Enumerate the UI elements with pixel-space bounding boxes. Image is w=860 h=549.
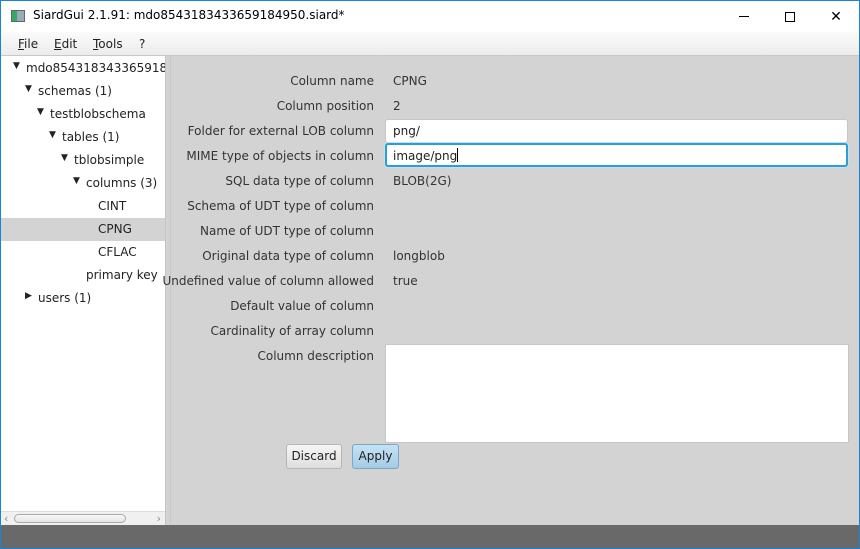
- tree-item-label: primary key: [86, 268, 158, 282]
- expanded-arrow-icon[interactable]: ▼: [13, 61, 20, 71]
- tree-item-schemas[interactable]: ▼ schemas (1): [1, 80, 165, 103]
- tree-item-label: columns (3): [86, 176, 158, 190]
- maximize-icon: [785, 11, 795, 22]
- value-column-name: CPNG: [393, 74, 427, 88]
- menu-edit[interactable]: Edit: [54, 37, 77, 51]
- tree-item-cpng[interactable]: CPNG: [1, 218, 165, 241]
- menu-edit-label: dit: [61, 37, 78, 51]
- tree-item-label: CINT: [98, 199, 127, 213]
- close-button[interactable]: ✕: [813, 1, 859, 32]
- expanded-arrow-icon[interactable]: ▼: [73, 176, 80, 186]
- tree-horizontal-scrollbar[interactable]: ‹ ›: [1, 511, 165, 525]
- label-udt-schema: Schema of UDT type of column: [187, 199, 374, 213]
- menu-help-label: ?: [139, 37, 146, 51]
- tree-item-root[interactable]: ▼ mdo8543183433659184950: [1, 57, 165, 80]
- value-nullable: true: [393, 274, 418, 288]
- tree-item-columns[interactable]: ▼ columns (3): [1, 172, 165, 195]
- menu-bar: File Edit Tools ?: [1, 32, 859, 56]
- menu-tools-label: ools: [98, 37, 123, 51]
- collapsed-arrow-icon[interactable]: ▶: [25, 291, 32, 301]
- scrollbar-thumb[interactable]: [14, 514, 126, 523]
- value-original-type: longblob: [393, 249, 445, 263]
- label-udt-name: Name of UDT type of column: [200, 224, 374, 238]
- scroll-right-icon[interactable]: ›: [157, 512, 161, 525]
- tree-item-label: testblobschema: [50, 107, 146, 121]
- label-nullable: Undefined value of column allowed: [162, 274, 374, 288]
- label-column-position: Column position: [276, 99, 374, 113]
- menu-tools[interactable]: Tools: [93, 37, 123, 51]
- tree-item-primary-key[interactable]: primary key: [1, 264, 165, 287]
- label-column-name: Column name: [290, 74, 374, 88]
- expanded-arrow-icon[interactable]: ▼: [37, 107, 44, 117]
- app-window: SiardGui 2.1.91: mdo8543183433659184950.…: [0, 0, 860, 549]
- split-pane-divider[interactable]: [166, 56, 171, 525]
- maximize-button[interactable]: [767, 1, 813, 32]
- menu-file[interactable]: File: [18, 37, 38, 51]
- menu-help[interactable]: ?: [139, 37, 145, 51]
- value-sql-type: BLOB(2G): [393, 174, 452, 188]
- expanded-arrow-icon[interactable]: ▼: [25, 84, 32, 94]
- tree-item-label: CFLAC: [98, 245, 137, 259]
- text-caret: [457, 148, 459, 162]
- tree-item-label: users (1): [38, 291, 92, 305]
- label-column-description: Column description: [257, 349, 375, 363]
- tree-item-label: mdo8543183433659184950: [26, 61, 165, 75]
- close-icon: ✕: [830, 8, 842, 25]
- value-column-position: 2: [393, 99, 401, 113]
- title-bar[interactable]: SiardGui 2.1.91: mdo8543183433659184950.…: [1, 1, 859, 32]
- mime-type-input[interactable]: image/png: [385, 143, 848, 167]
- label-mime-type: MIME type of objects in column: [186, 149, 374, 163]
- tree-item-testblobschema[interactable]: ▼ testblobschema: [1, 103, 165, 126]
- label-default-value: Default value of column: [230, 299, 374, 313]
- mime-type-value: image/png: [393, 149, 458, 163]
- menu-file-label: ile: [24, 37, 39, 51]
- menu-edit-mnemonic: E: [54, 37, 62, 51]
- scroll-left-icon[interactable]: ‹: [4, 512, 8, 525]
- window-title: SiardGui 2.1.91: mdo8543183433659184950.…: [33, 8, 345, 22]
- tree-item-cflac[interactable]: CFLAC: [1, 241, 165, 264]
- lob-folder-input[interactable]: png/: [385, 119, 848, 143]
- navigation-tree: ▼ mdo8543183433659184950 ▼ schemas (1) ▼ te…: [1, 56, 166, 525]
- minimize-icon: [739, 16, 749, 17]
- minimize-button[interactable]: [721, 1, 767, 32]
- tree-item-label: CPNG: [98, 222, 132, 236]
- tree-item-label: schemas (1): [38, 84, 112, 98]
- label-sql-type: SQL data type of column: [225, 174, 374, 188]
- apply-button[interactable]: Apply: [352, 444, 399, 469]
- tree-item-label: tables (1): [62, 130, 120, 144]
- status-bar: [1, 525, 859, 548]
- expanded-arrow-icon[interactable]: ▼: [49, 130, 56, 140]
- lob-folder-value: png/: [393, 124, 420, 138]
- tree-item-tables[interactable]: ▼ tables (1): [1, 126, 165, 149]
- label-cardinality: Cardinality of array column: [210, 324, 375, 338]
- tree-item-tblobsimple[interactable]: ▼ tblobsimple: [1, 149, 165, 172]
- tree-item-label: tblobsimple: [74, 153, 145, 167]
- tree-item-users[interactable]: ▶ users (1): [1, 287, 165, 310]
- app-icon: [11, 10, 25, 22]
- tree-item-cint[interactable]: CINT: [1, 195, 165, 218]
- label-lob-folder: Folder for external LOB column: [187, 124, 374, 138]
- label-original-type: Original data type of column: [202, 249, 374, 263]
- expanded-arrow-icon[interactable]: ▼: [61, 153, 68, 163]
- column-description-textarea[interactable]: [385, 344, 849, 443]
- discard-button[interactable]: Discard: [286, 444, 342, 469]
